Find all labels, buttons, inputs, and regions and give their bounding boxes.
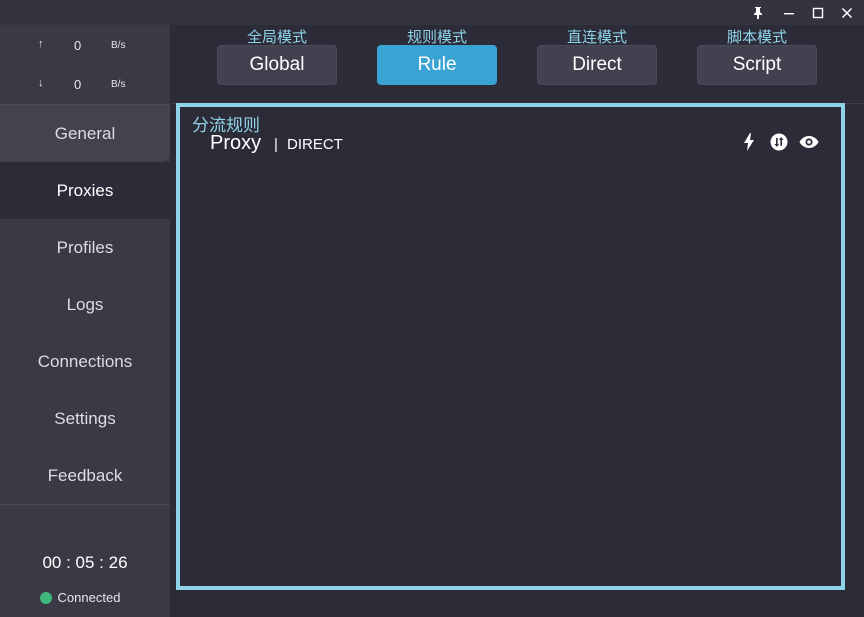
sidebar-item-logs[interactable]: Logs (0, 276, 170, 333)
status-text: Connected (57, 590, 121, 605)
download-speed: ↓ 0 B/s (0, 75, 170, 95)
proxy-group-name[interactable]: Proxy (210, 132, 261, 155)
sidebar-item-settings[interactable]: Settings (0, 390, 170, 447)
eye-icon[interactable] (798, 131, 820, 153)
group-separator: | (274, 136, 278, 153)
direct-mode-button[interactable]: Direct (537, 45, 657, 85)
proxy-group-current: DIRECT (287, 136, 343, 153)
maximize-icon[interactable] (803, 0, 833, 25)
mode-script: 脚本模式 Script (697, 25, 817, 104)
sidebar-item-feedback[interactable]: Feedback (0, 447, 170, 504)
connection-status: Connected (0, 590, 170, 605)
mode-bar: 全局模式 Global 规则模式 Rule 直连模式 Direct 脚本模式 S… (170, 25, 864, 104)
sidebar-item-proxies[interactable]: Proxies (0, 162, 170, 219)
mode-direct: 直连模式 Direct (537, 25, 657, 104)
mode-rule-label: 规则模式 (406, 29, 467, 46)
speed-panel: ↑ 0 B/s ↓ 0 B/s (0, 25, 170, 105)
mode-global: 全局模式 Global (217, 25, 337, 104)
upload-unit: B/s (111, 40, 126, 51)
sidebar-item-general[interactable]: General (0, 105, 170, 162)
global-mode-button[interactable]: Global (217, 45, 337, 85)
download-arrow-icon: ↓ (38, 77, 44, 89)
script-mode-button[interactable]: Script (697, 45, 817, 85)
switch-icon[interactable] (768, 131, 790, 153)
pin-icon[interactable] (743, 0, 773, 25)
upload-value: 0 (74, 38, 82, 53)
title-bar (0, 0, 864, 25)
mode-script-label: 脚本模式 (726, 29, 787, 46)
close-icon[interactable] (832, 0, 862, 25)
bolt-icon[interactable] (738, 131, 760, 153)
upload-speed: ↑ 0 B/s (0, 36, 170, 56)
minimize-icon[interactable] (774, 0, 804, 25)
proxy-group-panel: 分流规则 Proxy | DIRECT (176, 103, 845, 590)
status-dot-icon (39, 591, 52, 604)
download-value: 0 (74, 77, 82, 92)
sidebar-footer: 00 : 05 : 26 Connected (0, 504, 170, 617)
sidebar-item-connections[interactable]: Connections (0, 333, 170, 390)
mode-rule: 规则模式 Rule (377, 25, 497, 104)
mode-direct-label: 直连模式 (566, 29, 627, 46)
download-unit: B/s (111, 79, 126, 90)
sidebar: ↑ 0 B/s ↓ 0 B/s General Proxies Profiles… (0, 25, 170, 617)
rule-mode-button[interactable]: Rule (377, 45, 497, 85)
sidebar-item-profiles[interactable]: Profiles (0, 219, 170, 276)
uptime-timer: 00 : 05 : 26 (42, 553, 128, 572)
mode-global-label: 全局模式 (246, 29, 307, 46)
upload-arrow-icon: ↑ (38, 38, 44, 50)
